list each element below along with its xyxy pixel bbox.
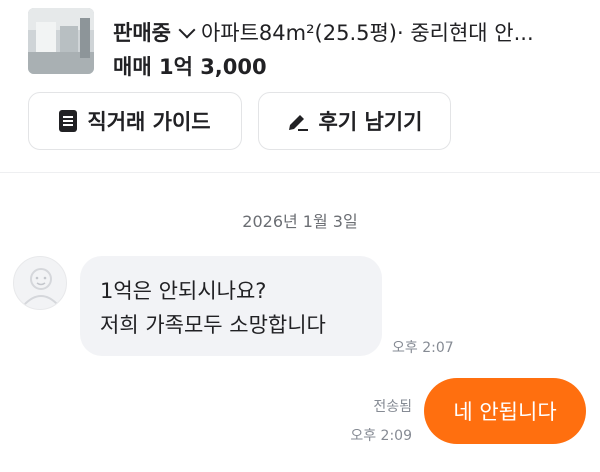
direct-trade-guide-label: 직거래 가이드 [87, 110, 211, 134]
listing-status-line: 판매중 아파트84m²(25.5평)· 중리현대 안... [113, 17, 593, 47]
listing-description: 아파트84m²(25.5평)· 중리현대 안... [200, 21, 534, 45]
listing-status[interactable]: 판매중 [113, 21, 171, 45]
pencil-icon [287, 110, 309, 132]
sent-message-text: 네 안됩니다 [453, 400, 557, 424]
chat-date: 2026년 1월 3일 [242, 212, 358, 231]
default-avatar-icon[interactable] [13, 256, 67, 310]
sent-status: 전송됨 [373, 399, 412, 415]
listing-header[interactable]: 판매중 아파트84m²(25.5평)· 중리현대 안... 매매 1억 3,000 [28, 8, 600, 79]
sent-message-bubble[interactable]: 네 안됩니다 [424, 378, 586, 444]
sent-message-time: 오후 2:09 [350, 428, 412, 444]
chevron-down-icon[interactable] [178, 21, 196, 39]
received-message-line-2: 저희 가족모두 소망합니다 [100, 313, 326, 337]
listing-thumbnail[interactable] [28, 8, 94, 74]
listing-price: 매매 1억 3,000 [113, 55, 267, 79]
received-message-line-1: 1억은 안되시나요? [100, 279, 267, 303]
divider [0, 172, 600, 173]
direct-trade-guide-button[interactable]: 직거래 가이드 [28, 92, 242, 150]
received-message-bubble[interactable]: 1억은 안되시나요? 저희 가족모두 소망합니다 [80, 256, 382, 356]
received-message-time: 오후 2:07 [392, 340, 454, 356]
leave-review-label: 후기 남기기 [318, 110, 423, 134]
leave-review-button[interactable]: 후기 남기기 [258, 92, 451, 150]
document-icon [59, 110, 78, 132]
